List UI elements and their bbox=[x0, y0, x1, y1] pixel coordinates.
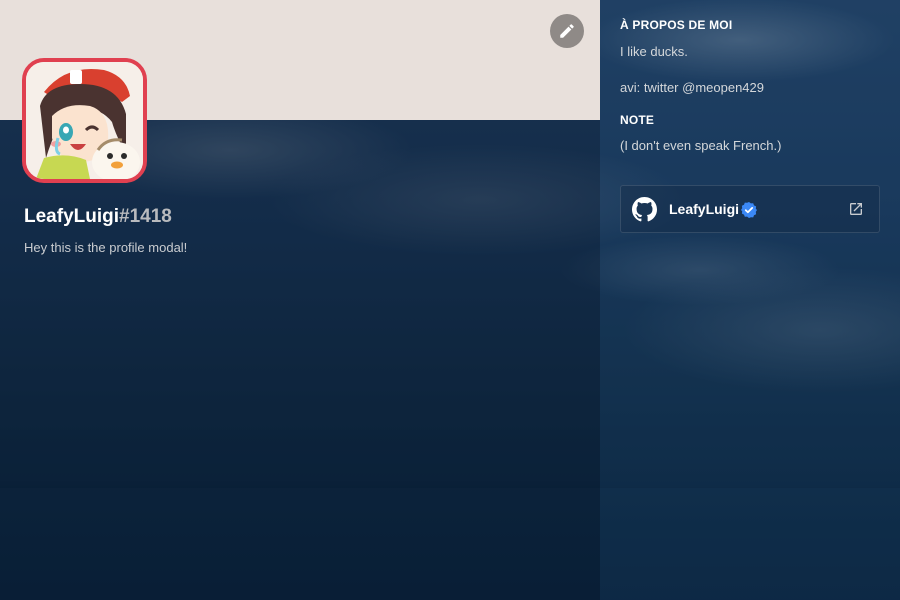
avatar-illustration bbox=[26, 62, 143, 179]
custom-status: Hey this is the profile modal! bbox=[24, 240, 188, 255]
username-tag: LeafyLuigi#1418 bbox=[24, 206, 172, 228]
note-text[interactable]: (I don't even speak French.) bbox=[620, 138, 781, 153]
verified-badge-icon bbox=[741, 202, 757, 218]
discriminator: #1418 bbox=[119, 206, 172, 227]
about-me-heading: À PROPOS DE MOI bbox=[620, 18, 733, 32]
edit-profile-button[interactable] bbox=[550, 14, 584, 48]
connected-account-name: LeafyLuigi bbox=[669, 201, 740, 217]
github-icon bbox=[632, 197, 657, 222]
username: LeafyLuigi bbox=[24, 206, 120, 227]
note-heading: NOTE bbox=[620, 113, 655, 127]
about-me-line-1: I like ducks. bbox=[620, 44, 688, 59]
about-me-line-2: avi: twitter @meopen429 bbox=[620, 80, 764, 95]
external-link-icon[interactable] bbox=[848, 201, 864, 217]
avatar[interactable] bbox=[22, 58, 147, 183]
connected-account-github[interactable]: LeafyLuigi bbox=[620, 185, 880, 233]
pencil-icon bbox=[560, 24, 574, 38]
